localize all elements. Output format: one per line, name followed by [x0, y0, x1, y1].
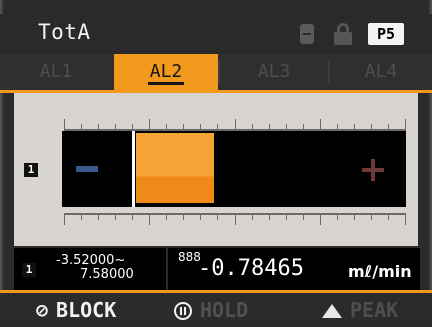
scale-tick: [269, 124, 270, 129]
minus-indicator-icon: [300, 24, 314, 44]
bar-fill: [136, 133, 214, 203]
scale-tick: [132, 215, 133, 220]
range-limits: -3.52000~ 7.58000: [56, 254, 134, 282]
scale-ticks-bottom: [64, 213, 406, 225]
scale-tick: [388, 215, 389, 220]
scale-tick: [269, 215, 270, 220]
reading-row: 1 -3.52000~ 7.58000 888 -0.78465 mℓ/min: [14, 248, 420, 290]
scale-tick: [354, 124, 355, 129]
scale-tick: [286, 124, 287, 129]
scale-tick: [320, 215, 321, 225]
scale-tick: [115, 124, 116, 129]
channel-badge: 1: [24, 163, 38, 177]
scale-tick: [371, 215, 372, 220]
measured-value: -0.78465: [198, 256, 304, 281]
scale-tick: [405, 215, 406, 225]
minus-marker-icon: [76, 166, 98, 172]
scale-tick: [64, 119, 65, 129]
scale-tick: [81, 215, 82, 220]
peak-icon: [322, 304, 342, 318]
scale-tick: [252, 124, 253, 129]
scale-ticks-top: [64, 119, 406, 131]
block-icon: ⊘: [36, 298, 49, 322]
cursor-line: [132, 131, 135, 207]
unit-label: mℓ/min: [348, 262, 412, 281]
scale-tick: [337, 215, 338, 220]
scale-tick: [252, 215, 253, 220]
scale-tick: [235, 119, 236, 129]
hold-button[interactable]: HOLD: [174, 293, 248, 327]
tab-al1[interactable]: AL1: [0, 54, 112, 90]
scale-tick: [98, 215, 99, 220]
preset-badge[interactable]: P5: [368, 23, 404, 45]
scale-tick: [149, 215, 150, 225]
scale-tick: [217, 124, 218, 129]
scale-tick: [149, 119, 150, 129]
tab-al2[interactable]: AL2: [114, 54, 218, 90]
header-bar: TotA P5: [0, 14, 432, 54]
scale-tick: [388, 124, 389, 129]
lock-icon: [334, 23, 352, 45]
screen-title: TotA: [38, 20, 91, 44]
scale-tick: [98, 124, 99, 129]
value-display: 888 -0.78465 mℓ/min: [166, 248, 420, 290]
pause-icon: [174, 302, 192, 320]
scale-tick: [405, 119, 406, 129]
scale-tick: [235, 215, 236, 225]
block-button[interactable]: ⊘ BLOCK: [36, 293, 116, 327]
scale-tick: [200, 124, 201, 129]
scale-tick: [200, 215, 201, 220]
reading-channel-badge: 1: [22, 263, 36, 277]
scale-tick: [286, 215, 287, 220]
tab-al4[interactable]: AL4: [330, 54, 432, 90]
scale-tick: [132, 124, 133, 129]
scale-tick: [354, 215, 355, 220]
scale-tick: [166, 215, 167, 220]
scale-tick: [183, 215, 184, 220]
scale-tick: [303, 215, 304, 220]
tab-al3[interactable]: AL3: [220, 54, 328, 90]
scale-tick: [303, 124, 304, 129]
peak-button[interactable]: PEAK: [322, 293, 398, 327]
scale-tick: [64, 215, 65, 225]
plus-marker-icon: [371, 159, 375, 181]
scale-tick: [115, 215, 116, 220]
bar-panel: 1: [14, 93, 418, 246]
scale-tick: [320, 119, 321, 129]
scale-tick: [217, 215, 218, 220]
range-high: 7.58000: [80, 267, 134, 282]
scale-tick: [166, 124, 167, 129]
alarm-tabs: AL1 AL2 AL3 AL4: [0, 54, 432, 90]
range-low: -3.52000~: [56, 253, 126, 268]
footer-bar: ⊘ BLOCK HOLD PEAK: [0, 293, 432, 327]
scale-tick: [183, 124, 184, 129]
scale-tick: [81, 124, 82, 129]
scale-tick: [371, 124, 372, 129]
bar-graph: [62, 131, 406, 207]
scale-tick: [337, 124, 338, 129]
